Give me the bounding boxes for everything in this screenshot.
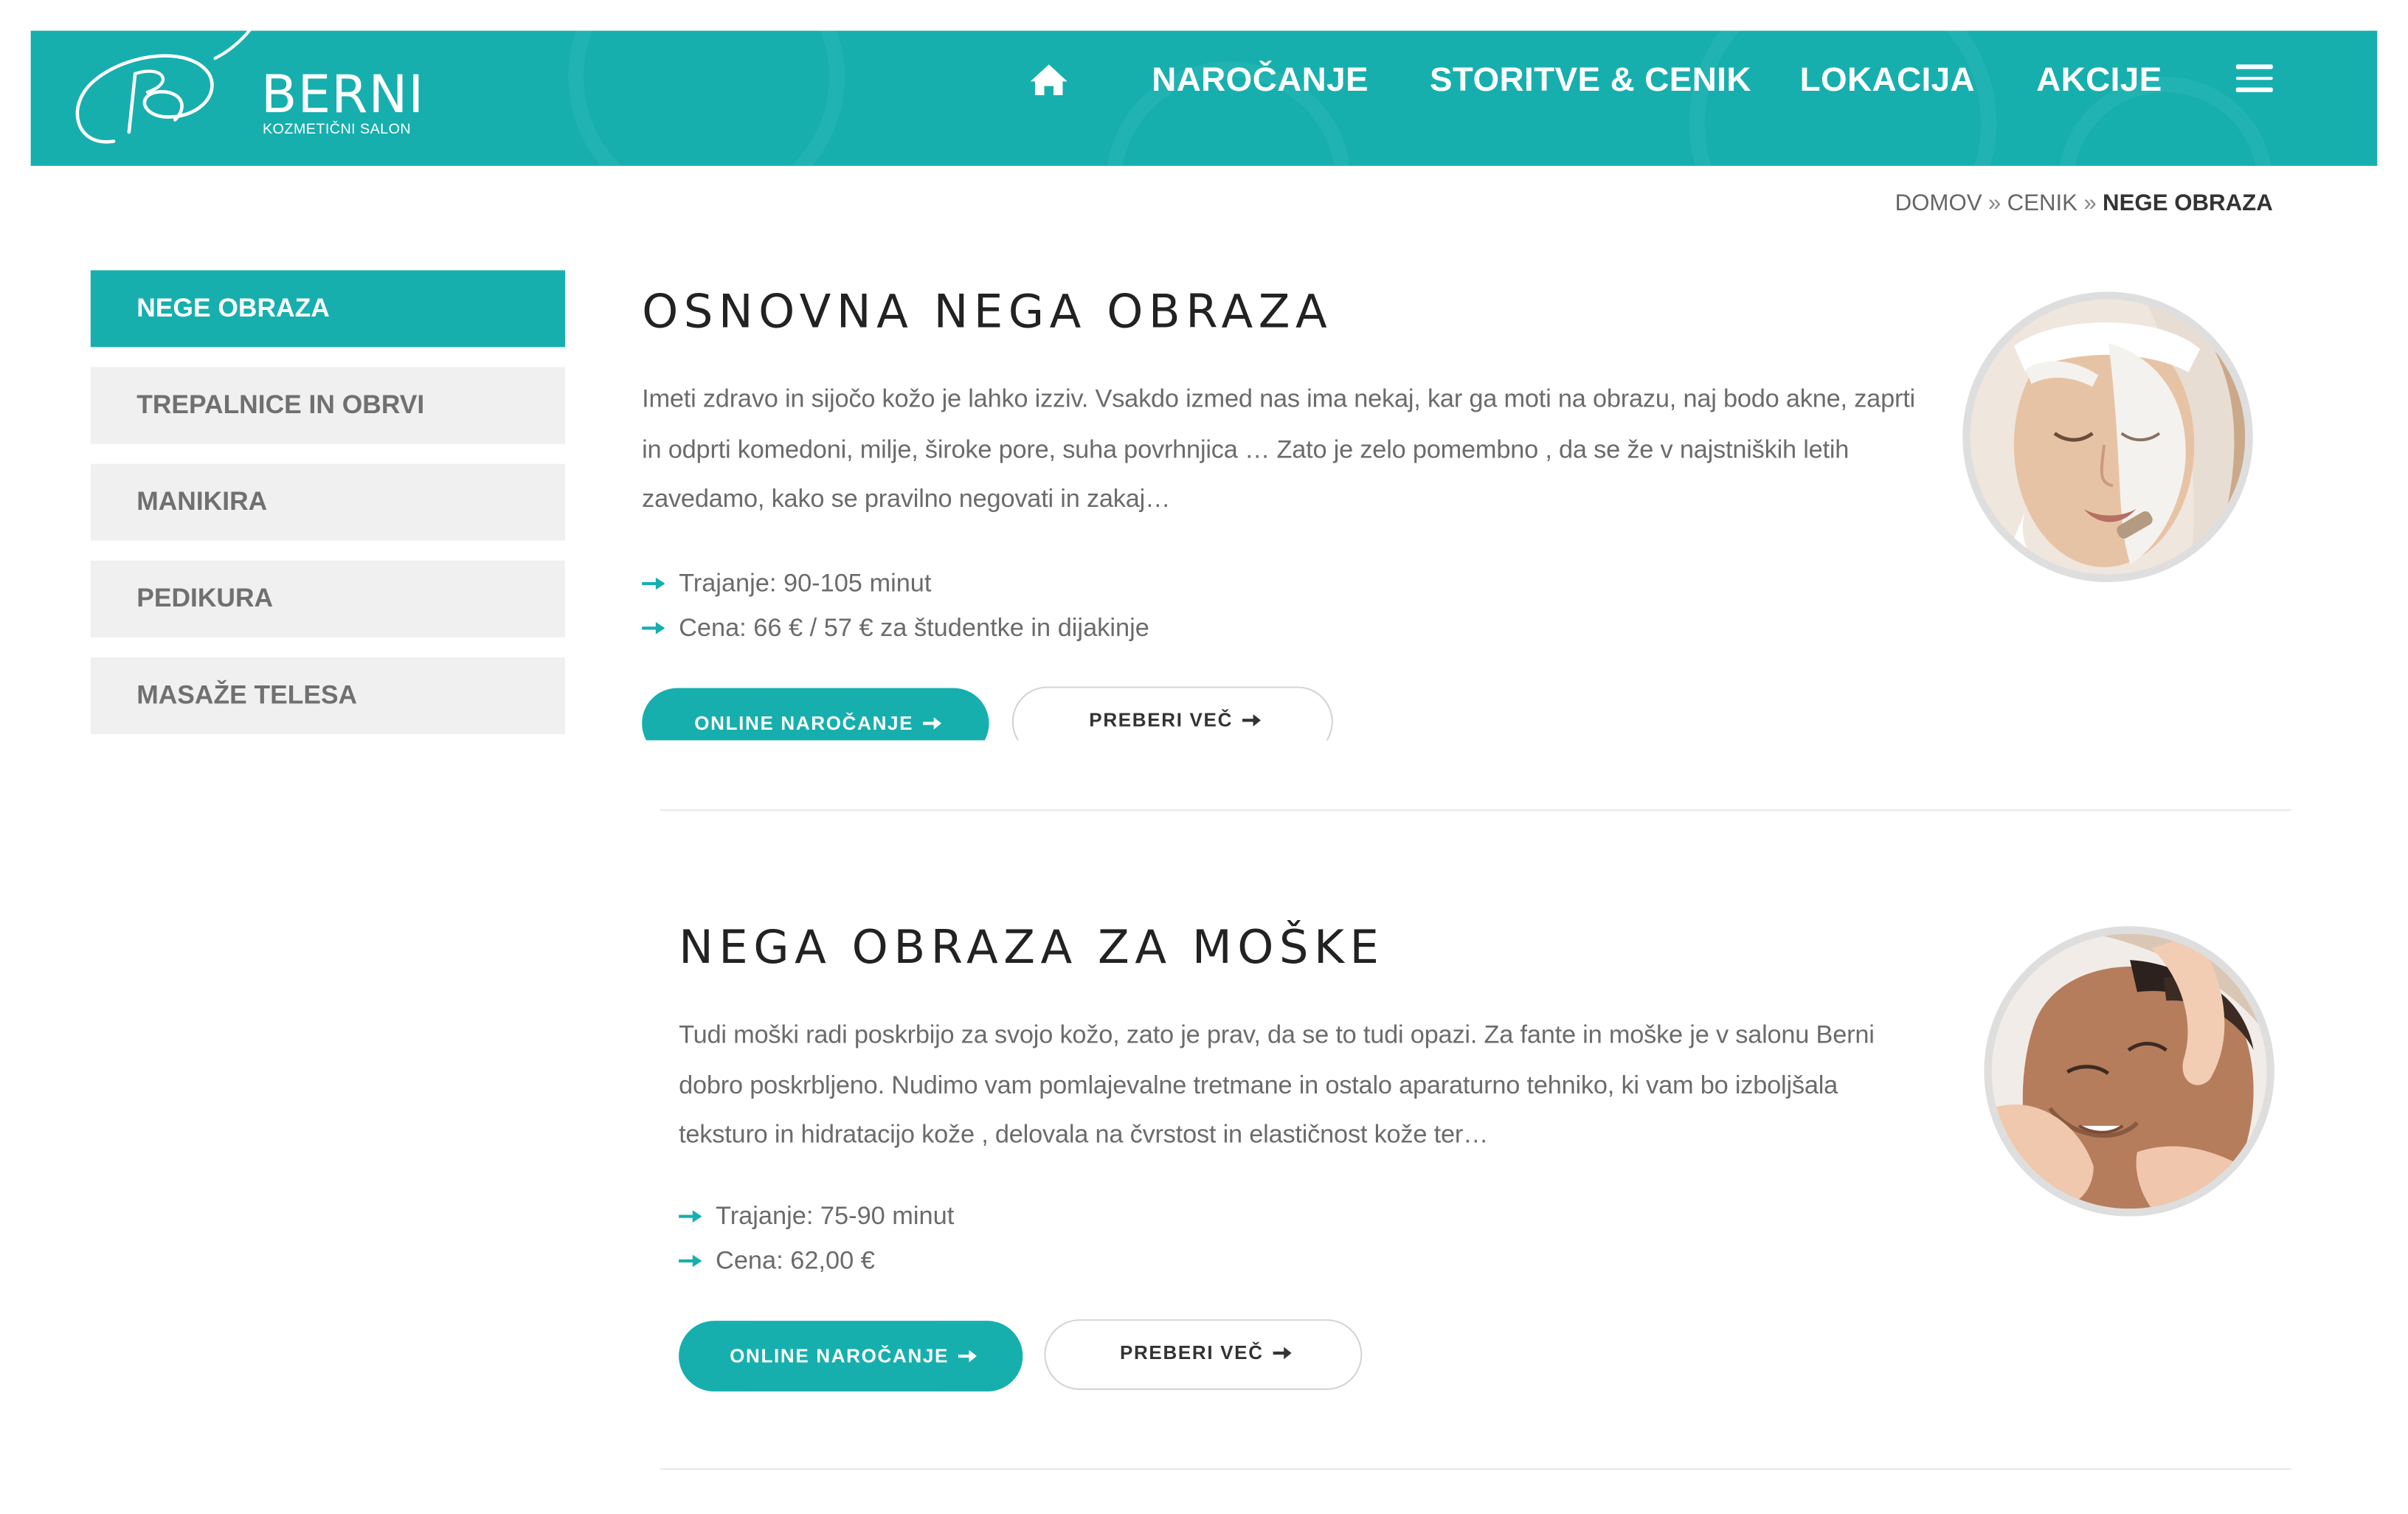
service-details: Trajanje: 75-90 minut Cena: 62,00 €: [679, 1195, 954, 1284]
arrow-right-icon: [679, 1254, 702, 1267]
nav-item-narocanje[interactable]: NAROČANJE: [1152, 60, 1369, 100]
breadcrumb-current: NEGE OBRAZA: [2103, 190, 2273, 217]
male-facial-massage-photo: [1984, 926, 2274, 1217]
breadcrumb-home-link[interactable]: DOMOV: [1895, 190, 1982, 216]
service-price: Cena: 62,00 €: [679, 1240, 954, 1284]
arrow-right-icon: [958, 1349, 977, 1362]
service-title: OSNOVNA NEGA OBRAZA: [642, 286, 1333, 340]
online-booking-label: ONLINE NAROČANJE: [730, 1345, 949, 1367]
brand-name: BERNI: [260, 64, 425, 126]
brand-subtitle: KOZMETIČNI SALON: [262, 121, 412, 139]
header-decoration: [568, 30, 845, 166]
breadcrumb: DOMOV» CENIK» NEGE OBRAZA: [1895, 190, 2273, 216]
service-price: Cena: 66 € / 57 € za študentke in dijaki…: [642, 606, 1149, 651]
logo-monogram-icon: [75, 30, 252, 144]
service-duration-text: Trajanje: 90-105 minut: [679, 570, 932, 598]
sidebar-item-pedikura[interactable]: PEDIKURA: [90, 560, 566, 637]
arrow-right-icon: [922, 716, 941, 730]
read-more-button[interactable]: PREBERI VEČ: [1011, 686, 1333, 741]
sidebar-item-trepalnice-in-obrvi[interactable]: TREPALNICE IN OBRVI: [90, 367, 566, 444]
home-icon[interactable]: [1028, 61, 1070, 98]
section-divider: [660, 809, 2291, 812]
arrow-right-icon: [679, 1209, 702, 1223]
service-description: Imeti zdravo in sijočo kožo je lahko izz…: [642, 385, 1915, 514]
buttons-row: ONLINE NAROČANJE PREBERI VEČ: [642, 685, 1349, 741]
service-price-text: Cena: 62,00 €: [716, 1247, 875, 1275]
online-booking-button[interactable]: ONLINE NAROČANJE: [679, 1321, 1023, 1392]
sidebar-item-nege-obraza[interactable]: NEGE OBRAZA: [90, 270, 566, 348]
read-more-button[interactable]: PREBERI VEČ: [1044, 1319, 1363, 1390]
brand-logo[interactable]: BERNI KOZMETIČNI SALON: [68, 30, 437, 163]
site-header: BERNI KOZMETIČNI SALON NAROČANJE STORITV…: [30, 30, 2378, 166]
breadcrumb-separator: »: [1987, 190, 2002, 217]
service-description: Tudi moški radi poskrbijo za svojo kožo,…: [679, 1021, 1875, 1150]
arrow-right-icon: [642, 621, 665, 634]
category-sidebar: NEGE OBRAZA TREPALNICE IN OBRVI MANIKIRA…: [90, 270, 566, 754]
service-details: Trajanje: 90-105 minut Cena: 66 € / 57 €…: [642, 562, 1149, 651]
service-duration: Trajanje: 75-90 minut: [679, 1195, 954, 1239]
facial-mask-photo: [1962, 291, 2253, 582]
breadcrumb-parent-link[interactable]: CENIK: [2007, 190, 2077, 216]
service-price-text: Cena: 66 € / 57 € za študentke in dijaki…: [679, 614, 1149, 643]
arrow-right-icon: [642, 576, 665, 590]
service-duration: Trajanje: 90-105 minut: [642, 562, 1149, 606]
read-more-label: PREBERI VEČ: [1119, 1342, 1264, 1364]
arrow-right-icon: [1273, 1346, 1292, 1359]
nav-item-lokacija[interactable]: LOKACIJA: [1800, 60, 1975, 100]
nav-item-storitve-cenik[interactable]: STORITVE & CENIK: [1430, 60, 1751, 100]
breadcrumb-separator: »: [2083, 190, 2097, 217]
hamburger-menu-icon[interactable]: [2235, 64, 2273, 91]
service-duration-text: Trajanje: 75-90 minut: [716, 1202, 955, 1231]
sidebar-item-manikira[interactable]: MANIKIRA: [90, 463, 566, 541]
section-divider: [660, 1468, 2291, 1470]
online-booking-button[interactable]: ONLINE NAROČANJE: [642, 688, 989, 741]
online-booking-label: ONLINE NAROČANJE: [694, 712, 914, 735]
service-title: NEGA OBRAZA ZA MOŠKE: [679, 921, 1385, 975]
read-more-label: PREBERI VEČ: [1089, 709, 1234, 731]
nav-item-akcije[interactable]: AKCIJE: [2036, 60, 2162, 100]
arrow-right-icon: [1242, 713, 1261, 726]
sidebar-item-masaze-telesa[interactable]: MASAŽE TELESA: [90, 657, 566, 735]
